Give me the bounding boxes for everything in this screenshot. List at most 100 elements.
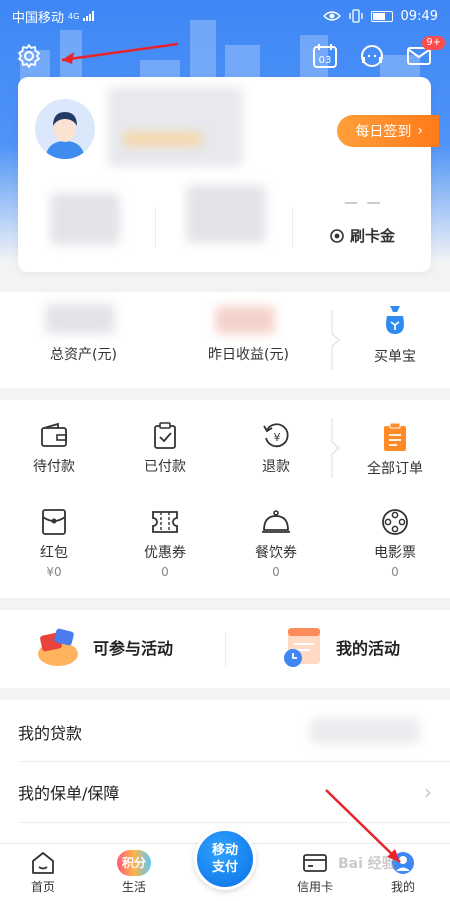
daily-checkin-button[interactable]: 每日签到 › <box>337 115 439 147</box>
order-list-icon <box>384 422 406 451</box>
nav-home-label: 首页 <box>30 880 55 894</box>
meal-voucher-value: 0 <box>272 565 280 579</box>
my-loans-label: 我的贷款 <box>18 724 83 743</box>
divider-arrow <box>331 418 340 478</box>
services-list: 我的贷款 我的保单/保障 › <box>0 700 450 843</box>
coin-icon <box>330 228 344 243</box>
profile-card: 每日签到 › — — 刷卡金 <box>18 77 439 272</box>
assets-section: 总资产(元) 昨日收益(元) 买单宝 <box>0 292 450 388</box>
card-gold-link[interactable]: 刷卡金 <box>330 225 395 246</box>
paid-label: 已付款 <box>144 459 186 475</box>
my-policies-row[interactable]: 我的保单/保障 <box>0 762 450 822</box>
default-avatar-icon <box>45 112 85 159</box>
username-redacted <box>108 87 243 167</box>
nav-life-label: 生活 <box>121 880 146 894</box>
checkin-label: 每日签到 <box>355 124 412 140</box>
mobile-pay-button[interactable]: 移动 支付 <box>194 828 256 890</box>
message-badge: 9+ <box>422 36 445 50</box>
member-level-redacted <box>123 132 203 146</box>
avatar[interactable] <box>35 99 95 159</box>
divider-arrow <box>331 310 340 370</box>
refund-label: 退款 <box>262 459 290 475</box>
total-assets-redacted <box>45 304 115 334</box>
meal-voucher-label: 餐饮券 <box>255 545 297 561</box>
yesterday-earnings-redacted <box>215 306 275 334</box>
red-packet-label: 红包 <box>40 545 68 561</box>
divider <box>155 207 156 247</box>
chevron-right-icon: › <box>424 780 432 804</box>
watermark: Bai 经验 <box>338 856 396 872</box>
food-cloche-icon <box>262 510 290 533</box>
total-assets-label[interactable]: 总资产(元) <box>50 344 117 364</box>
chevron-right-icon: › <box>417 123 423 139</box>
eye-comfort-icon <box>322 11 341 21</box>
paid-entry[interactable]: 已付款 <box>120 422 210 476</box>
nav-home[interactable]: 首页 <box>8 850 78 895</box>
my-policies-label: 我的保单/保障 <box>18 784 120 803</box>
coupon-label: 优惠券 <box>144 545 186 561</box>
movie-ticket-value: 0 <box>391 565 399 579</box>
pay-label-line1: 移动 <box>211 843 238 858</box>
gold-label: 刷卡金 <box>350 227 396 245</box>
nav-life[interactable]: 积分 生活 <box>99 850 169 895</box>
available-activities-entry[interactable]: 可参与活动 <box>35 624 173 670</box>
ticket-icon <box>152 511 178 533</box>
network-type: 4G <box>68 11 80 21</box>
meal-voucher-entry[interactable]: 餐饮券 0 <box>231 508 321 579</box>
calendar-day: 03 <box>319 55 332 66</box>
nav-mine-label: 我的 <box>390 880 415 894</box>
status-bar: 中国移动 4G 09:49 <box>0 0 450 32</box>
battery-icon <box>370 10 393 22</box>
money-bag-icon <box>386 306 404 334</box>
available-activities-label: 可参与活动 <box>93 639 174 658</box>
clock-time: 09:49 <box>400 8 438 24</box>
refund-icon: ¥ <box>263 423 289 448</box>
activities-section: 可参与活动 我的活动 <box>0 610 450 688</box>
red-packet-entry[interactable]: 红包 ¥0 <box>9 508 99 579</box>
points-badge-icon: 积分 <box>117 850 151 876</box>
signal-icon <box>83 11 95 21</box>
divider <box>225 632 226 666</box>
maidanbao-entry[interactable]: 买单宝 <box>360 304 430 366</box>
gear-icon <box>18 44 40 68</box>
points-redacted <box>186 185 266 243</box>
movie-ticket-label: 电影票 <box>374 545 416 561</box>
carrier-name: 中国移动 <box>12 10 65 26</box>
balance-redacted <box>50 193 120 245</box>
calendar-icon: 03 <box>313 44 337 68</box>
my-activities-label: 我的活动 <box>336 639 401 658</box>
film-reel-icon <box>382 509 408 535</box>
red-packet-value: ¥0 <box>46 565 62 579</box>
red-packet-icon <box>42 509 66 535</box>
divider <box>292 207 293 247</box>
calendar-button[interactable]: 03 <box>309 40 341 72</box>
clipboard-check-icon <box>154 422 176 449</box>
movie-ticket-entry[interactable]: 电影票 0 <box>350 508 440 579</box>
headset-icon <box>361 45 383 67</box>
pending-payment-label: 待付款 <box>33 459 75 475</box>
gold-value: — — <box>344 195 383 211</box>
yesterday-earnings-label[interactable]: 昨日收益(元) <box>208 344 289 364</box>
nav-credit-card-label: 信用卡 <box>296 880 333 894</box>
settings-button[interactable] <box>13 40 45 72</box>
orders-section: 待付款 已付款 ¥ 退款 全部订单 红包 ¥0 优惠券 0 餐饮券 0 电影票 … <box>0 400 450 598</box>
credit-card-icon <box>303 854 327 872</box>
all-orders-label: 全部订单 <box>367 461 423 477</box>
messages-button[interactable]: 9+ <box>403 36 445 72</box>
coupon-value: 0 <box>161 565 169 579</box>
home-icon <box>32 852 54 874</box>
customer-service-button[interactable] <box>356 40 388 72</box>
activity-calendar-icon <box>284 628 320 667</box>
all-orders-entry[interactable]: 全部订单 <box>350 422 440 478</box>
coupon-entry[interactable]: 优惠券 0 <box>120 508 210 579</box>
refund-entry[interactable]: ¥ 退款 <box>231 422 321 476</box>
svg-text:¥: ¥ <box>274 431 281 444</box>
divider <box>18 822 450 823</box>
loan-info-redacted <box>310 718 420 744</box>
pending-payment-entry[interactable]: 待付款 <box>9 422 99 476</box>
vibrate-icon <box>348 9 363 23</box>
activity-gift-icon <box>38 628 78 666</box>
pay-label-line2: 支付 <box>211 860 238 875</box>
maidanbao-label: 买单宝 <box>374 349 416 365</box>
my-activities-entry[interactable]: 我的活动 <box>280 624 400 670</box>
